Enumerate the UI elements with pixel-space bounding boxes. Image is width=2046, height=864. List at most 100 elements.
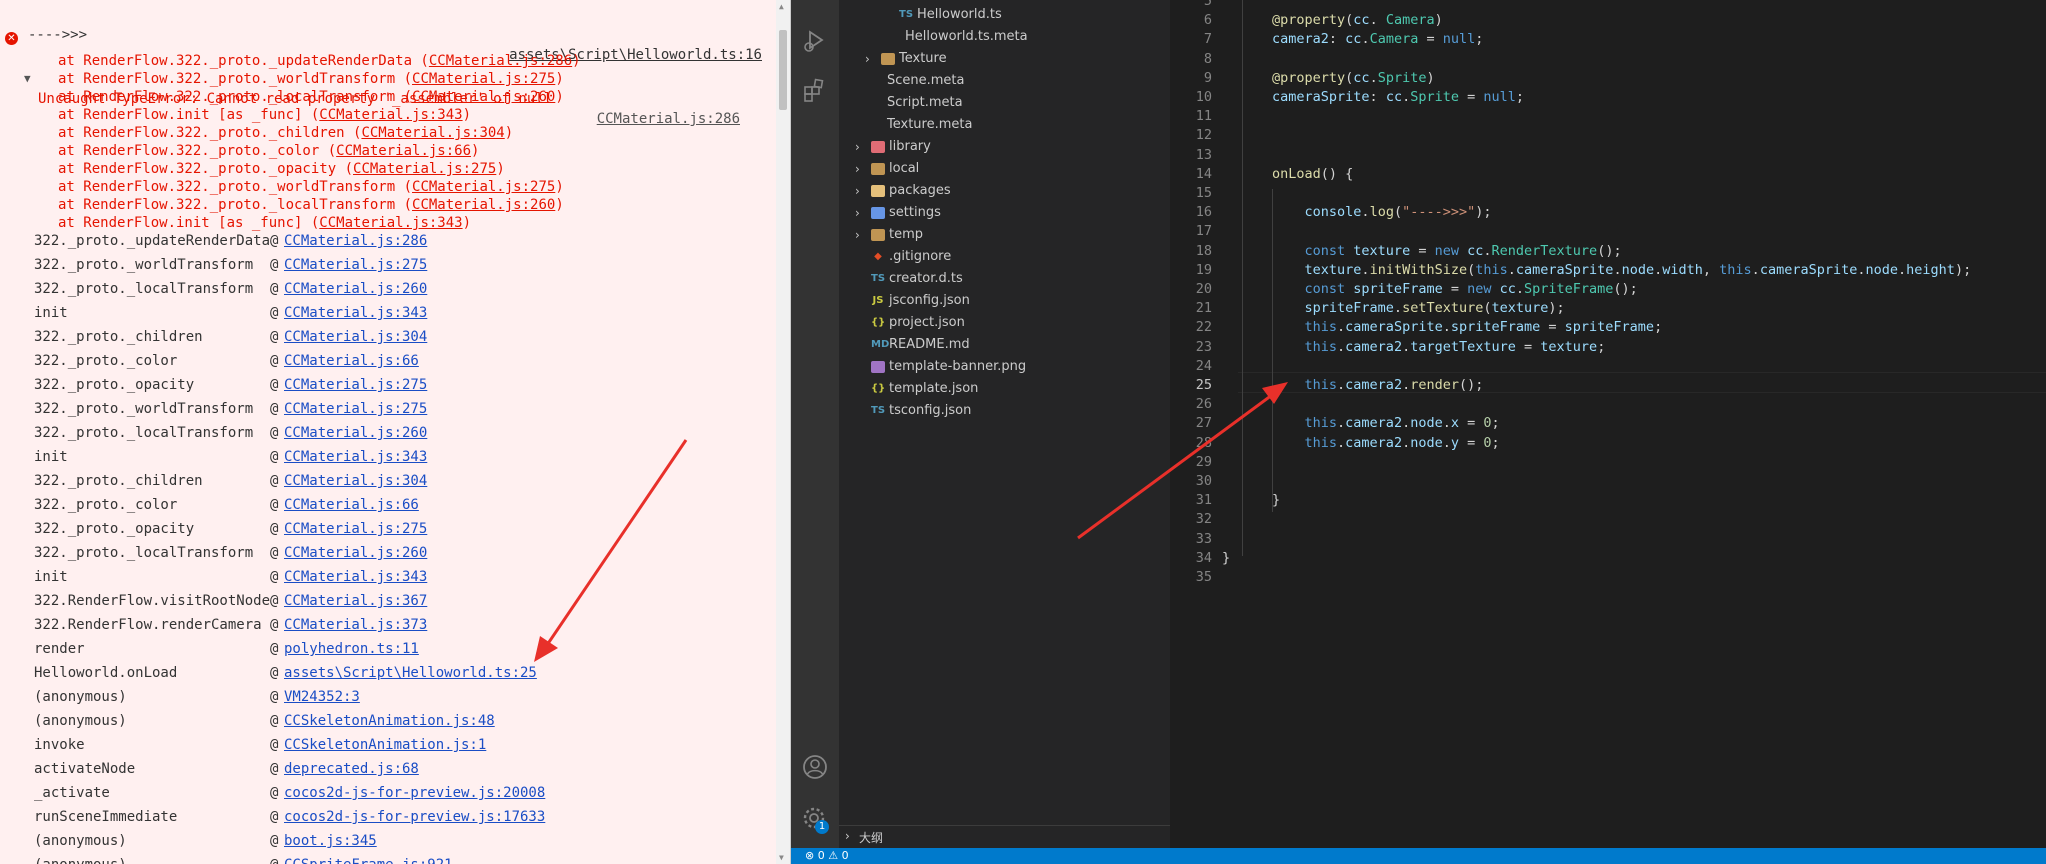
file-item[interactable]: Helloworld.ts.meta <box>839 26 1170 48</box>
call-stack-row: render @ polyhedron.ts:11 <box>34 637 774 661</box>
file-item[interactable]: Script.meta <box>839 92 1170 114</box>
file-item[interactable]: TS creator.d.ts <box>839 268 1170 290</box>
outline-section[interactable]: › 大纲 <box>839 825 1170 848</box>
stack-source-link[interactable]: CCMaterial.js:304 <box>361 125 504 141</box>
chevron-right-icon[interactable]: › <box>865 48 879 70</box>
call-stack-source-link[interactable]: CCMaterial.js:367 <box>284 589 427 613</box>
chevron-right-icon[interactable]: › <box>855 224 869 246</box>
code-line[interactable]: @property(cc. Camera) <box>1272 11 1443 30</box>
call-stack-source-link[interactable]: CCMaterial.js:343 <box>284 565 427 589</box>
stack-source-link[interactable]: CCMaterial.js:275 <box>412 71 555 87</box>
call-stack-source-link[interactable]: VM24352:3 <box>284 685 360 709</box>
code-line[interactable]: } <box>1272 491 1280 510</box>
stack-source-link[interactable]: CCMaterial.js:343 <box>319 107 462 123</box>
code-line[interactable]: onLoad() { <box>1272 165 1353 184</box>
call-stack-source-link[interactable]: CCMaterial.js:343 <box>284 301 427 325</box>
file-item[interactable]: TS Helloworld.ts <box>839 4 1170 26</box>
call-stack-source-link[interactable]: CCMaterial.js:286 <box>284 229 427 253</box>
file-item[interactable]: {} project.json <box>839 312 1170 334</box>
call-stack-source-link[interactable]: CCMaterial.js:304 <box>284 325 427 349</box>
folder-item[interactable]: › library <box>839 136 1170 158</box>
call-stack-source-link[interactable]: deprecated.js:68 <box>284 757 419 781</box>
call-stack-source-link[interactable]: CCMaterial.js:260 <box>284 277 427 301</box>
chevron-right-icon[interactable]: › <box>845 829 850 843</box>
console-scrollbar[interactable]: ▲ ▼ <box>776 0 790 864</box>
chevron-right-icon[interactable]: › <box>855 180 869 202</box>
folder-item[interactable]: › local <box>839 158 1170 180</box>
stack-source-link[interactable]: CCMaterial.js:286 <box>429 53 572 69</box>
call-stack-source-link[interactable]: CCMaterial.js:66 <box>284 349 419 373</box>
code-line[interactable]: texture.initWithSize(this.cameraSprite.n… <box>1272 261 1972 280</box>
code-line[interactable]: } <box>1222 549 1230 568</box>
call-stack-source-link[interactable]: CCMaterial.js:304 <box>284 469 427 493</box>
code-line[interactable]: spriteFrame.setTexture(texture); <box>1272 299 1565 318</box>
call-stack-source-link[interactable]: CCMaterial.js:343 <box>284 445 427 469</box>
call-stack-source-link[interactable]: cocos2d-js-for-preview.js:17633 <box>284 805 545 829</box>
code-line[interactable]: @property(cc.Sprite) <box>1272 69 1435 88</box>
call-stack-source-link[interactable]: CCMaterial.js:260 <box>284 421 427 445</box>
scroll-up-icon[interactable]: ▲ <box>779 2 784 11</box>
call-stack-source-link[interactable]: CCMaterial.js:260 <box>284 541 427 565</box>
call-stack-source-link[interactable]: assets\Script\Helloworld.ts:25 <box>284 661 537 685</box>
call-stack-source-link[interactable]: CCMaterial.js:275 <box>284 373 427 397</box>
stack-text: at RenderFlow.322._proto._localTransform… <box>58 89 413 105</box>
call-stack-source-link[interactable]: CCMaterial.js:275 <box>284 253 427 277</box>
code-line[interactable]: const texture = new cc.RenderTexture(); <box>1272 242 1622 261</box>
folder-item[interactable]: › temp <box>839 224 1170 246</box>
chevron-right-icon[interactable]: › <box>855 202 869 224</box>
error-entry[interactable]: ✕ ▼ Uncaught TypeError: Cannot read prop… <box>0 29 770 127</box>
call-stack-source-link[interactable]: CCMaterial.js:373 <box>284 613 427 637</box>
folder-item[interactable]: › packages <box>839 180 1170 202</box>
run-debug-icon[interactable] <box>801 26 829 54</box>
file-item[interactable]: Scene.meta <box>839 70 1170 92</box>
code-line[interactable]: const spriteFrame = new cc.SpriteFrame()… <box>1272 280 1638 299</box>
call-stack-source-link[interactable]: CCSkeletonAnimation.js:48 <box>284 709 495 733</box>
file-item[interactable]: {} template.json <box>839 378 1170 400</box>
scrollbar-thumb[interactable] <box>779 30 787 110</box>
call-stack-source-link[interactable]: CCMaterial.js:275 <box>284 517 427 541</box>
code-line[interactable]: this.camera2.render(); <box>1272 376 1484 395</box>
file-item[interactable]: TS tsconfig.json <box>839 400 1170 422</box>
at-symbol: @ <box>270 617 279 633</box>
code-line[interactable]: this.cameraSprite.spriteFrame = spriteFr… <box>1272 318 1663 337</box>
file-item[interactable]: MD README.md <box>839 334 1170 356</box>
code-token: . <box>1402 89 1411 105</box>
scroll-down-icon[interactable]: ▼ <box>779 853 784 862</box>
stack-source-link[interactable]: CCMaterial.js:260 <box>412 197 555 213</box>
line-number: 33 <box>1195 530 1212 547</box>
code-line[interactable]: this.camera2.node.y = 0; <box>1272 434 1500 453</box>
call-stack-source-link[interactable]: CCSpriteFrame.js:921 <box>284 853 453 864</box>
stack-source-link[interactable]: CCMaterial.js:275 <box>412 179 555 195</box>
folder-item[interactable]: › settings <box>839 202 1170 224</box>
error-source-link[interactable]: CCMaterial.js:286 <box>597 109 740 129</box>
file-name: tsconfig.json <box>889 403 972 418</box>
stack-source-link[interactable]: CCMaterial.js:66 <box>336 143 471 159</box>
problems-indicator[interactable]: ⊗ 0 ⚠ 0 <box>805 849 849 862</box>
call-stack-source-link[interactable]: CCMaterial.js:275 <box>284 397 427 421</box>
stack-source-link[interactable]: CCMaterial.js:275 <box>353 161 496 177</box>
extensions-icon[interactable] <box>801 76 829 104</box>
call-stack-source-link[interactable]: polyhedron.ts:11 <box>284 637 419 661</box>
code-line[interactable]: this.camera2.targetTexture = texture; <box>1272 338 1606 357</box>
file-item[interactable]: JS jsconfig.json <box>839 290 1170 312</box>
call-stack-source-link[interactable]: cocos2d-js-for-preview.js:20008 <box>284 781 545 805</box>
expand-triangle-icon[interactable]: ▼ <box>24 69 31 89</box>
call-stack-source-link[interactable]: CCMaterial.js:66 <box>284 493 419 517</box>
file-item[interactable]: Texture.meta <box>839 114 1170 136</box>
code-line[interactable]: this.camera2.node.x = 0; <box>1272 414 1500 433</box>
call-stack-source-link[interactable]: boot.js:345 <box>284 829 377 853</box>
file-item[interactable]: template-banner.png <box>839 356 1170 378</box>
code-line[interactable]: cameraSprite: cc.Sprite = null; <box>1272 88 1524 107</box>
code-line[interactable]: console.log("---->>>"); <box>1272 203 1492 222</box>
account-icon[interactable] <box>801 753 829 781</box>
file-item[interactable]: ◆ .gitignore <box>839 246 1170 268</box>
call-stack-source-link[interactable]: CCSkeletonAnimation.js:1 <box>284 733 486 757</box>
code-token: null <box>1442 31 1476 48</box>
code-editor[interactable]: 5 6 @property(cc. Camera) 7 camera2: cc.Came… <box>1170 0 2046 848</box>
chevron-right-icon[interactable]: › <box>855 136 869 158</box>
folder-item[interactable]: › Texture <box>839 48 1170 70</box>
code-line[interactable]: camera2: cc.Camera = null; <box>1272 30 1483 49</box>
chevron-right-icon[interactable]: › <box>855 158 869 180</box>
stack-source-link[interactable]: CCMaterial.js:260 <box>412 89 555 105</box>
call-stack-row: 322._proto._color @ CCMaterial.js:66 <box>34 493 774 517</box>
